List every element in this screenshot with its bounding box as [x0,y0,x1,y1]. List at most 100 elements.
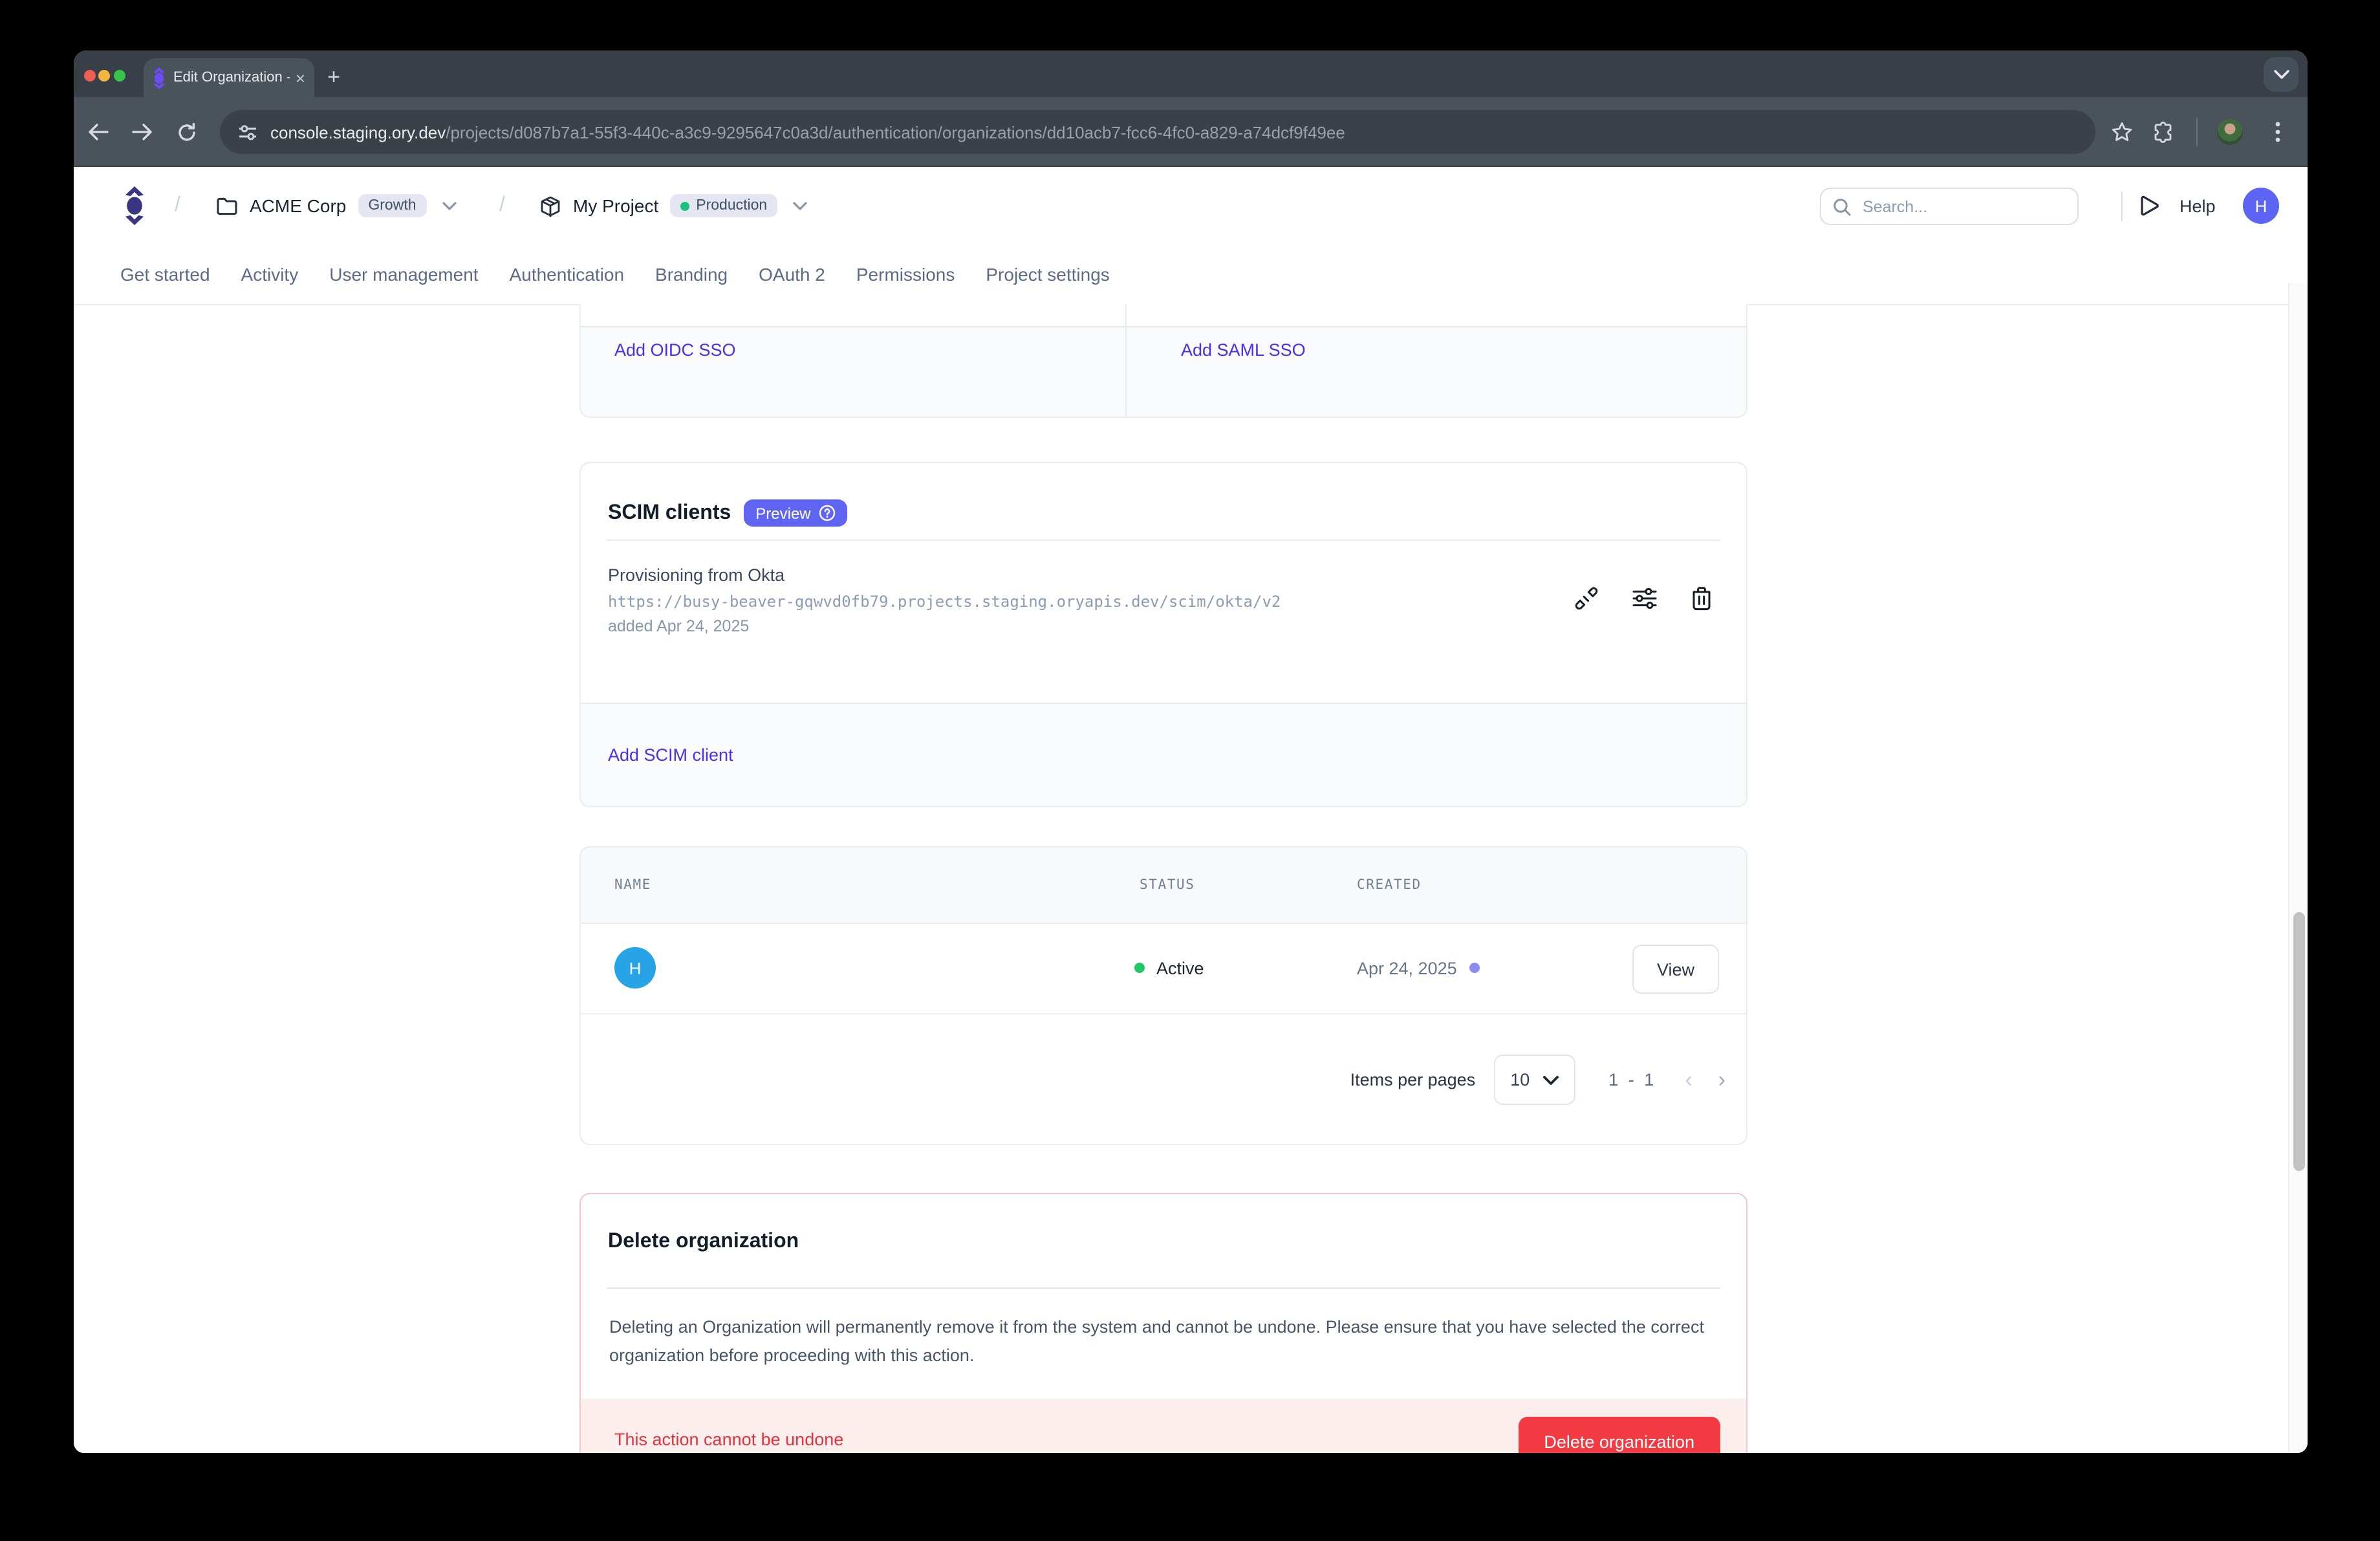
items-per-page-label: Items per pages [1350,1070,1476,1089]
chevron-down-icon [2273,70,2289,79]
tab-strip: Edit Organization - Ory Console × + [74,50,2308,97]
nav-item-activity[interactable]: Activity [241,264,299,285]
delete-card-divider [607,1287,1720,1289]
search-input[interactable] [1860,196,2046,217]
column-header-name: NAME [614,847,651,923]
delete-card-footer: This action cannot be undone Delete orga… [581,1399,1746,1453]
scim-card-title: SCIM clients [608,501,731,525]
forward-arrow-icon [132,123,153,141]
project-env-badge: Production [670,194,777,217]
minimize-window-button[interactable] [98,70,110,82]
connection-test-icon[interactable] [1574,586,1599,611]
zoom-window-button[interactable] [114,70,125,82]
scrollbar-thumb[interactable] [2293,912,2305,1171]
user-avatar[interactable]: H [2243,188,2279,224]
chevron-down-icon [793,201,807,210]
folder-icon [216,196,238,215]
reload-icon [177,122,196,142]
page-size-select[interactable]: 10 [1493,1055,1575,1105]
delete-organization-card: Delete organization Deleting an Organiza… [579,1193,1747,1453]
console-page: / ACME Corp Growth / My Project Producti… [74,167,2308,1453]
ory-logo[interactable] [124,167,145,245]
sso-column-divider [1125,304,1127,417]
sso-card-footer [581,327,1746,417]
workspace-switcher[interactable]: ACME Corp Growth [216,167,457,245]
scim-divider [607,540,1720,541]
back-arrow-icon [88,123,109,141]
nav-item-user-management[interactable]: User management [329,264,478,285]
nav-item-branding[interactable]: Branding [655,264,728,285]
browser-profile-avatar[interactable] [2217,119,2243,145]
project-switcher[interactable]: My Project Production [539,167,807,245]
table-row: H Active Apr 24, 2025 View [581,923,1746,1014]
add-saml-sso-link[interactable]: Add SAML SSO [1181,340,1306,360]
org-avatar: H [614,947,656,989]
bookmark-button[interactable] [2104,115,2138,149]
puzzle-icon [2152,121,2174,143]
extensions-button[interactable] [2146,115,2180,149]
browser-window: Edit Organization - Ory Console × + cons… [74,50,2308,1453]
nav-item-project-settings[interactable]: Project settings [986,264,1109,285]
production-dot [680,201,689,210]
nav-item-permissions[interactable]: Permissions [856,264,955,285]
search-box[interactable] [1820,188,2079,225]
star-icon [2110,122,2132,142]
tab-title: Edit Organization - Ory Console [173,70,290,85]
package-icon [539,195,561,217]
trash-icon[interactable] [1691,586,1713,611]
help-link[interactable]: Help [2180,167,2216,245]
scim-card: SCIM clients Preview Provisioning from O… [579,462,1747,807]
next-page-button[interactable]: › [1718,1067,1726,1093]
nav-item-oauth2[interactable]: OAuth 2 [759,264,825,285]
kebab-menu-icon [2275,122,2280,142]
previous-page-button[interactable]: ‹ [1685,1067,1692,1093]
browser-menu-button[interactable] [2261,115,2295,149]
new-tab-button[interactable]: + [317,61,351,94]
url-domain: console.staging.ory.dev [270,122,446,142]
sso-card: Add OIDC SSO Add SAML SSO [579,304,1747,418]
column-header-created: CREATED [1357,847,1422,923]
help-circle-icon [819,505,836,521]
scim-client-name: Provisioning from Okta [608,565,784,585]
delete-organization-button[interactable]: Delete organization [1518,1417,1720,1453]
ory-favicon-icon [153,67,166,89]
chevron-down-icon [442,201,457,210]
search-icon [1833,197,1851,215]
created-date: Apr 24, 2025 [1357,958,1457,978]
nav-item-authentication[interactable]: Authentication [510,264,624,285]
delete-warning-text: This action cannot be undone [614,1430,843,1449]
ory-logo-icon [124,186,145,225]
status-badge: Active [1156,958,1204,978]
nav-item-get-started[interactable]: Get started [120,264,210,285]
configure-icon[interactable] [1632,586,1657,611]
page-scrollbar[interactable] [2288,283,2308,1453]
back-button[interactable] [81,115,115,149]
url-path: /projects/d087b7a1-55f3-440c-a3c9-929564… [446,122,1345,142]
status-cell: Active [1134,923,1204,1013]
toolbar-divider [2196,118,2198,146]
tab-search-button[interactable] [2264,57,2299,92]
header-divider [2121,191,2123,221]
table-header: NAME STATUS CREATED [581,847,1746,924]
project-nav: Get started Activity User management Aut… [120,245,1110,304]
organizations-table-card: NAME STATUS CREATED H Active Apr 24, 202… [579,846,1747,1145]
browser-tab[interactable]: Edit Organization - Ory Console × [144,58,314,97]
view-button[interactable]: View [1632,945,1719,994]
add-oidc-sso-link[interactable]: Add OIDC SSO [614,340,736,360]
forward-button[interactable] [125,115,159,149]
scim-card-footer: Add SCIM client [581,703,1746,806]
preview-badge[interactable]: Preview [744,499,847,527]
close-window-button[interactable] [84,70,96,82]
site-settings-icon[interactable] [238,124,257,140]
column-header-status: STATUS [1140,847,1195,923]
reload-button[interactable] [169,115,203,149]
sso-footer-divider [581,326,1746,327]
delete-card-description: Deleting an Organization will permanentl… [609,1313,1732,1370]
status-active-dot [1134,963,1145,973]
screenshot-stage: Edit Organization - Ory Console × + cons… [0,0,2380,1541]
add-scim-client-link[interactable]: Add SCIM client [608,745,733,765]
address-bar[interactable]: console.staging.ory.dev /projects/d087b7… [220,110,2095,154]
page-range: 1 - 1 [1608,1070,1656,1089]
run-tour-button[interactable] [2139,167,2159,245]
close-tab-icon[interactable]: × [296,69,305,86]
